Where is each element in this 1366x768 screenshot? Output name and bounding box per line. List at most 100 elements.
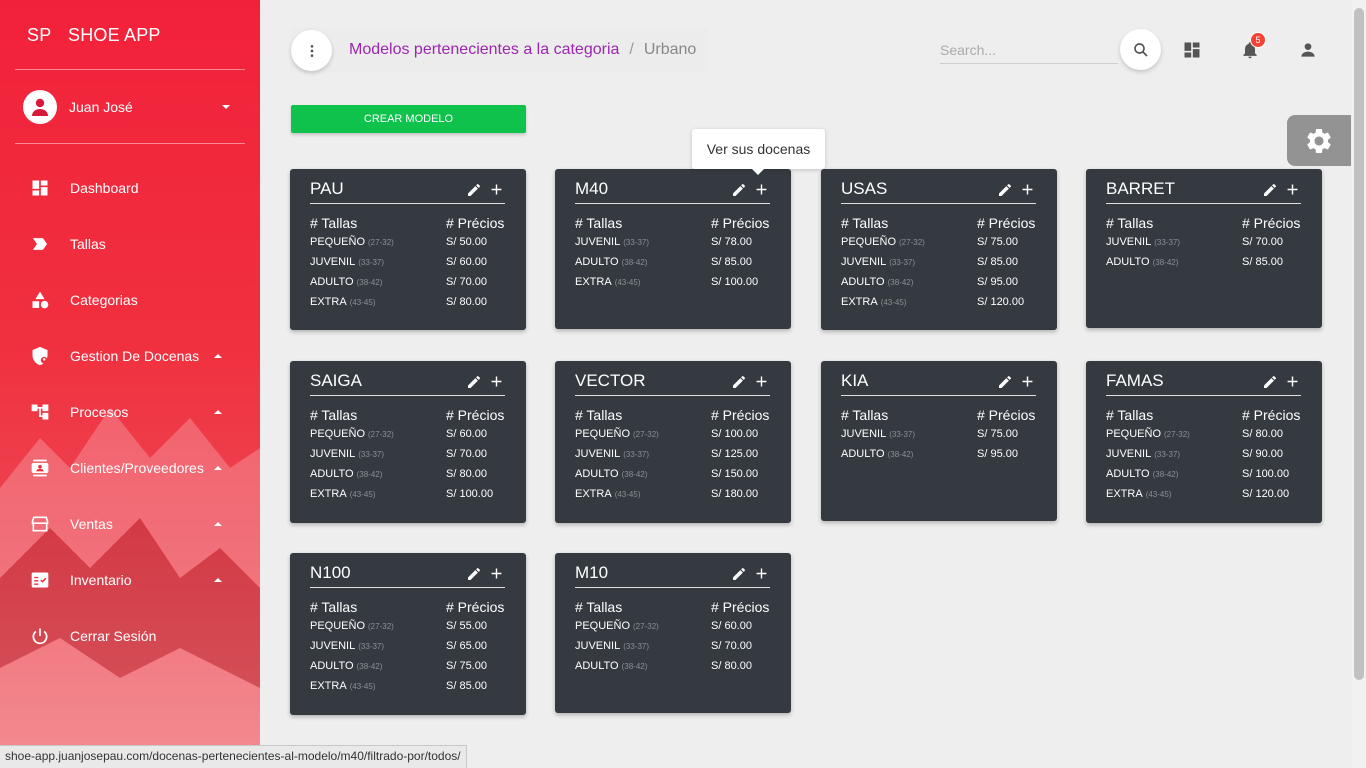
edit-icon[interactable] — [730, 565, 747, 582]
sidebar: SP SHOE APP Juan José Dashboard Tallas C… — [0, 0, 260, 768]
model-card: KIA # Tallas # Précios JUVENIL (33-37) S/ 75.… — [821, 361, 1057, 521]
edit-icon[interactable] — [730, 373, 747, 390]
edit-icon[interactable] — [1261, 181, 1278, 198]
sidebar-item-label: Procesos — [70, 404, 129, 420]
size-name: EXTRA (43-45) — [310, 680, 376, 692]
scrollbar-thumb[interactable] — [1354, 8, 1364, 680]
contact-icon — [29, 457, 51, 479]
price-row: ADULTO (38-42) S/ 75.00 — [310, 660, 510, 680]
avatar — [23, 90, 57, 124]
price-row: EXTRA (43-45) S/ 120.00 — [841, 296, 1041, 316]
card-actions — [730, 181, 770, 198]
price-row: ADULTO (38-42) S/ 150.00 — [575, 468, 775, 488]
price-value: S/ 85.00 — [446, 680, 487, 692]
dashboard-top-button[interactable] — [1180, 38, 1204, 62]
add-icon[interactable] — [753, 181, 770, 198]
settings-button[interactable] — [1287, 115, 1351, 166]
sidebar-toggle-button[interactable] — [291, 30, 332, 71]
sidebar-item-dashboard[interactable]: Dashboard — [0, 160, 260, 216]
sidebar-item-gestion-docenas[interactable]: Gestion De Docenas — [0, 328, 260, 384]
size-name: ADULTO (38-42) — [310, 468, 383, 480]
user-menu[interactable]: Juan José — [23, 89, 238, 125]
sidebar-item-cerrar-sesion[interactable]: Cerrar Sesión — [0, 608, 260, 664]
add-icon[interactable] — [488, 565, 505, 582]
brand[interactable]: SP SHOE APP — [27, 25, 161, 46]
size-range: (33-37) — [623, 642, 650, 651]
card-title: PAU — [310, 179, 344, 198]
price-row: ADULTO (38-42) S/ 100.00 — [1106, 468, 1306, 488]
model-card: USAS # Tallas # Précios PEQUEÑO (27-32) S/ 75… — [821, 169, 1057, 330]
size-name: JUVENIL (33-37) — [575, 448, 650, 460]
edit-icon[interactable] — [1261, 373, 1278, 390]
edit-icon[interactable] — [996, 181, 1013, 198]
size-name: PEQUEÑO (27-32) — [1106, 428, 1190, 440]
tallas-header: # Tallas — [841, 215, 889, 231]
size-range: (33-37) — [889, 430, 916, 439]
size-range: (38-42) — [887, 278, 914, 287]
size-name: PEQUEÑO (27-32) — [310, 428, 394, 440]
price-value: S/ 70.00 — [711, 640, 752, 652]
price-value: S/ 70.00 — [446, 448, 487, 460]
add-icon[interactable] — [488, 373, 505, 390]
price-row: JUVENIL (33-37) S/ 78.00 — [575, 236, 775, 256]
edit-icon[interactable] — [730, 181, 747, 198]
create-model-button[interactable]: CREAR MODELO — [291, 105, 526, 133]
size-name: JUVENIL (33-37) — [1106, 448, 1181, 460]
price-value: S/ 60.00 — [446, 428, 487, 440]
price-row: JUVENIL (33-37) S/ 70.00 — [310, 448, 510, 468]
status-bar-url: shoe-app.juanjosepau.com/docenas-pertene… — [0, 745, 467, 768]
add-icon[interactable] — [1284, 181, 1301, 198]
add-icon[interactable] — [1019, 373, 1036, 390]
size-range: (33-37) — [889, 258, 916, 267]
search-input[interactable] — [940, 36, 1118, 64]
power-icon — [29, 625, 51, 647]
sidebar-item-categorias[interactable]: Categorias — [0, 272, 260, 328]
tooltip: Ver sus docenas — [692, 129, 825, 175]
add-icon[interactable] — [488, 181, 505, 198]
price-value: S/ 100.00 — [446, 488, 494, 500]
price-row: EXTRA (43-45) S/ 80.00 — [310, 296, 510, 316]
price-row: PEQUEÑO (27-32) S/ 55.00 — [310, 620, 510, 640]
card-header: PAU — [310, 179, 505, 204]
edit-icon[interactable] — [465, 373, 482, 390]
add-icon[interactable] — [753, 373, 770, 390]
add-icon[interactable] — [753, 565, 770, 582]
size-range: (43-45) — [349, 490, 376, 499]
card-header: BARRET — [1106, 179, 1301, 204]
category-icon — [29, 289, 51, 311]
size-name: PEQUEÑO (27-32) — [310, 620, 394, 632]
breadcrumb-link[interactable]: Modelos pertenecientes a la categoria — [349, 41, 619, 59]
add-icon[interactable] — [1284, 373, 1301, 390]
sidebar-item-inventario[interactable]: Inventario — [0, 552, 260, 608]
size-name: JUVENIL (33-37) — [310, 256, 385, 268]
search-button[interactable] — [1120, 29, 1161, 70]
card-rows: PEQUEÑO (27-32) S/ 75.00 JUVENIL (33-37) S/ 8… — [841, 236, 1041, 316]
sidebar-item-tallas[interactable]: Tallas — [0, 216, 260, 272]
edit-icon[interactable] — [465, 181, 482, 198]
price-value: S/ 85.00 — [1242, 256, 1283, 268]
sidebar-item-ventas[interactable]: Ventas — [0, 496, 260, 552]
sidebar-item-procesos[interactable]: Procesos — [0, 384, 260, 440]
price-row: EXTRA (43-45) S/ 100.00 — [310, 488, 510, 508]
card-header: SAIGA — [310, 371, 505, 396]
size-range: (38-42) — [356, 662, 383, 671]
sidebar-item-clientes-proveedores[interactable]: Clientes/Proveedores — [0, 440, 260, 496]
size-name: ADULTO (38-42) — [841, 276, 914, 288]
sidebar-item-label: Gestion De Docenas — [70, 348, 200, 364]
tallas-header: # Tallas — [841, 407, 889, 423]
edit-icon[interactable] — [465, 565, 482, 582]
price-value: S/ 75.00 — [977, 236, 1018, 248]
price-value: S/ 85.00 — [711, 256, 752, 268]
edit-icon[interactable] — [996, 373, 1013, 390]
size-range: (33-37) — [623, 238, 650, 247]
size-name: JUVENIL (33-37) — [841, 428, 916, 440]
profile-button[interactable] — [1296, 38, 1320, 62]
breadcrumb: Modelos pertenecientes a la categoria / … — [349, 41, 696, 59]
add-icon[interactable] — [1019, 181, 1036, 198]
card-actions — [465, 181, 505, 198]
sidebar-item-label: Ventas — [70, 516, 113, 532]
card-rows: JUVENIL (33-37) S/ 78.00 ADULTO (38-42) S/ 85… — [575, 236, 775, 296]
price-value: S/ 80.00 — [446, 468, 487, 480]
price-value: S/ 75.00 — [446, 660, 487, 672]
price-value: S/ 95.00 — [977, 276, 1018, 288]
